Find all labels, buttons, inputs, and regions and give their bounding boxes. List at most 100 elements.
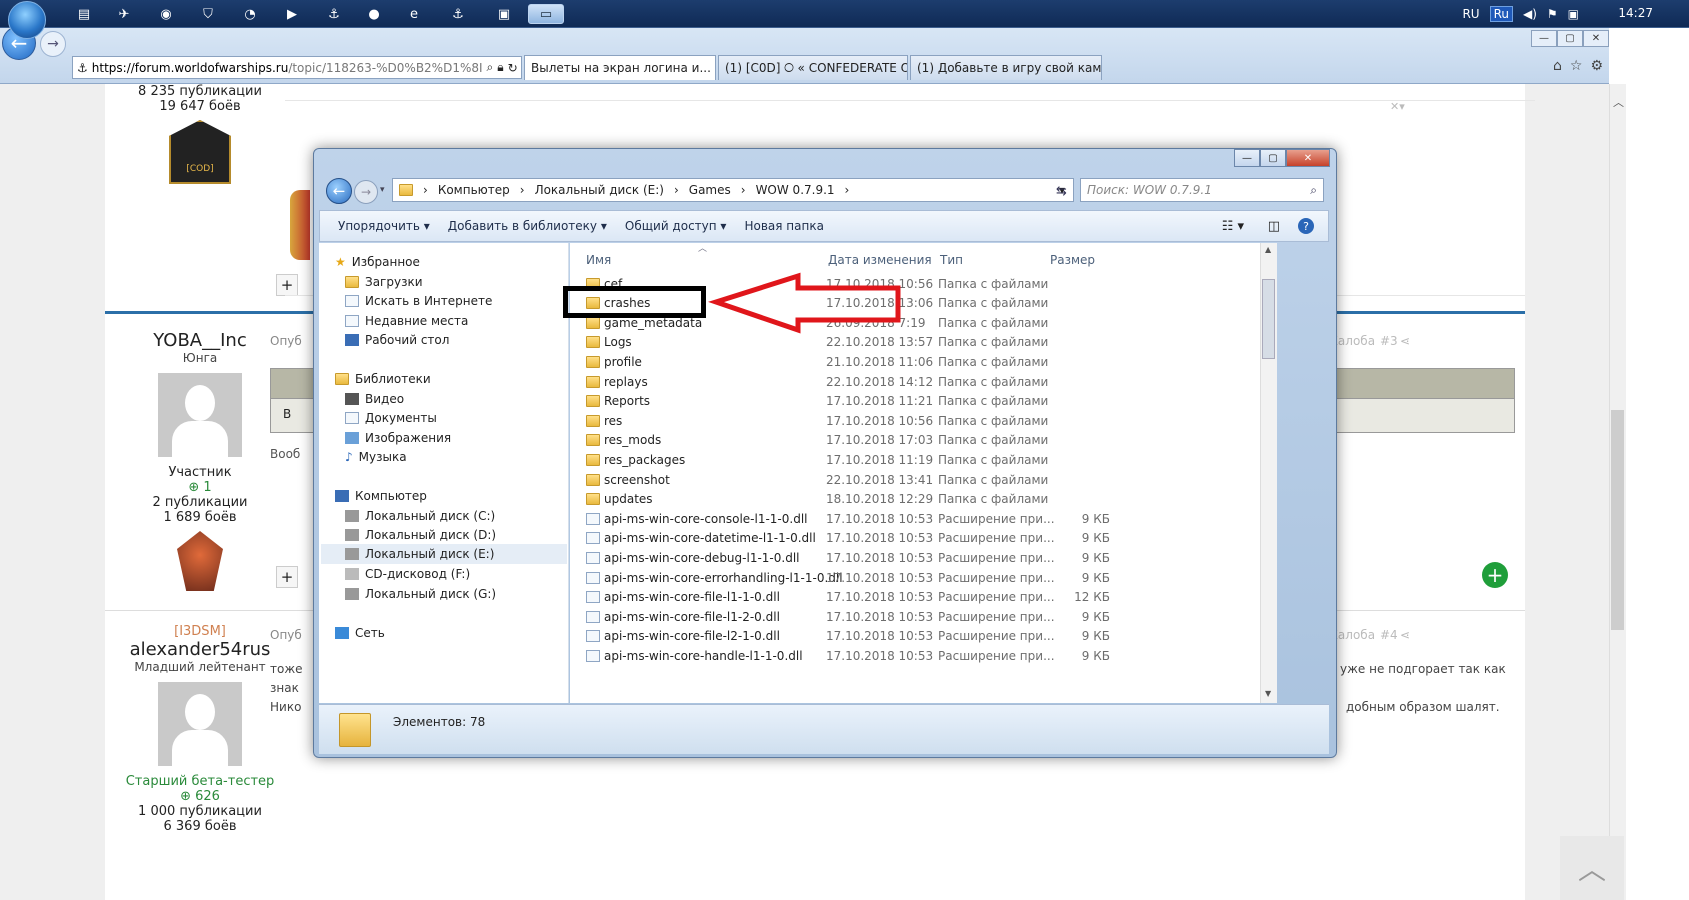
nav-computer[interactable]: Компьютер bbox=[335, 489, 427, 503]
green-add-button[interactable]: + bbox=[1482, 562, 1508, 588]
quote-add-button[interactable]: + bbox=[276, 566, 298, 588]
volume-icon[interactable]: ◀) bbox=[1523, 7, 1537, 21]
nav-drive-c[interactable]: Локальный диск (C:) bbox=[345, 509, 495, 523]
share-icon[interactable]: ⋖ bbox=[1400, 628, 1410, 642]
nav-network[interactable]: Сеть bbox=[335, 626, 385, 640]
settings-gear-icon[interactable]: ⚙ bbox=[1590, 58, 1603, 74]
avatar[interactable] bbox=[158, 373, 242, 457]
maximize-icon[interactable]: ▢ bbox=[1260, 149, 1286, 167]
tab-0[interactable]: Вылеты на экран логина и... ✕ bbox=[524, 55, 716, 80]
scroll-up-icon[interactable]: ▲ bbox=[1265, 245, 1271, 254]
file-row[interactable]: updates 18.10.2018 12:29 Папка с файлами bbox=[570, 490, 1260, 509]
new-folder-button[interactable]: Новая папка bbox=[744, 219, 823, 233]
chevron-right-icon[interactable]: › bbox=[423, 183, 428, 197]
nav-search-web[interactable]: Искать в Интернете bbox=[345, 294, 492, 308]
close-icon[interactable]: ✕ bbox=[1286, 149, 1330, 167]
view-options-icon[interactable]: ☷ ▾ bbox=[1222, 219, 1244, 234]
column-date[interactable]: Дата изменения bbox=[828, 253, 932, 267]
column-size[interactable]: Размер bbox=[1050, 253, 1095, 267]
add-to-library-button[interactable]: Добавить в библиотеку ▾ bbox=[448, 219, 607, 233]
browser-forward-button[interactable]: → bbox=[40, 31, 66, 57]
file-row[interactable]: api-ms-win-core-console-l1-1-0.dll 17.10.… bbox=[570, 509, 1260, 528]
column-type[interactable]: Тип bbox=[940, 253, 963, 267]
scroll-up-icon[interactable]: ︿ bbox=[1613, 94, 1624, 110]
file-row[interactable]: api-ms-win-core-file-l1-1-0.dll 17.10.201… bbox=[570, 588, 1260, 607]
nav-drive-g[interactable]: Локальный диск (G:) bbox=[345, 587, 496, 601]
file-row[interactable]: api-ms-win-core-file-l2-1-0.dll 17.10.201… bbox=[570, 627, 1260, 646]
nav-favorites[interactable]: ★ Избранное bbox=[335, 255, 420, 269]
explorer-address-bar[interactable]: › Компьютер › Локальный диск (E:) › Game… bbox=[392, 178, 1074, 202]
tray-language-badge[interactable]: Ru bbox=[1489, 6, 1513, 22]
refresh-icon[interactable]: ⇆ bbox=[1056, 184, 1067, 199]
file-row[interactable]: res 17.10.2018 10:56 Папка с файлами bbox=[570, 411, 1260, 430]
shield-app-icon[interactable]: ⛉ bbox=[196, 4, 220, 24]
nav-documents[interactable]: Документы bbox=[345, 411, 437, 425]
favorites-star-icon[interactable]: ☆ bbox=[1570, 58, 1583, 74]
search-icon[interactable]: ⌕ bbox=[487, 60, 494, 75]
organize-button[interactable]: Упорядочить ▾ bbox=[338, 219, 430, 233]
share-icon[interactable]: ⋖ bbox=[1400, 334, 1410, 348]
scroll-to-top-button[interactable]: ︿ bbox=[1560, 836, 1624, 900]
explorer-back-button[interactable]: ← bbox=[326, 178, 352, 204]
breadcrumb-0[interactable]: Компьютер bbox=[438, 183, 510, 197]
notes-icon[interactable]: ▤ bbox=[72, 4, 96, 24]
chevron-right-icon[interactable]: › bbox=[741, 183, 746, 197]
clock[interactable]: 14:27 bbox=[1618, 6, 1653, 20]
share-button[interactable]: Общий доступ ▾ bbox=[625, 219, 727, 233]
column-name[interactable]: Имя bbox=[586, 253, 611, 267]
wows-icon[interactable]: ⚓ bbox=[322, 4, 346, 24]
explorer-taskbar-icon[interactable]: ▭ bbox=[528, 4, 564, 24]
chevron-right-icon[interactable]: › bbox=[520, 183, 525, 197]
nav-drive-d[interactable]: Локальный диск (D:) bbox=[345, 528, 496, 542]
breadcrumb-3[interactable]: WOW 0.7.9.1 bbox=[756, 183, 835, 197]
quote-add-button[interactable]: + bbox=[276, 274, 298, 296]
start-button[interactable] bbox=[8, 1, 46, 39]
nav-libraries[interactable]: Библиотеки bbox=[335, 372, 431, 386]
post2-username[interactable]: alexander54rus bbox=[120, 639, 280, 660]
minimize-icon[interactable]: — bbox=[1234, 149, 1260, 167]
home-icon[interactable]: ⌂ bbox=[1553, 58, 1562, 74]
close-x-icon[interactable]: ✕▾ bbox=[1390, 100, 1405, 113]
plane-icon[interactable]: ✈ bbox=[112, 4, 136, 24]
post1-username[interactable]: YOBA__Inc bbox=[130, 330, 270, 351]
scroll-down-icon[interactable]: ▼ bbox=[1265, 689, 1271, 698]
maximize-icon[interactable]: ▢ bbox=[1557, 30, 1583, 47]
save-disk-icon[interactable]: ▣ bbox=[492, 4, 516, 24]
post2-number[interactable]: #4 bbox=[1380, 628, 1398, 642]
ie-icon[interactable]: e bbox=[402, 4, 426, 24]
nav-drive-e[interactable]: Локальный диск (E:) bbox=[321, 544, 567, 564]
explorer-search-input[interactable]: Поиск: WOW 0.7.9.1 ⌕ bbox=[1080, 178, 1324, 202]
search-icon[interactable]: ⌕ bbox=[1310, 183, 1317, 198]
nav-images[interactable]: Изображения bbox=[345, 431, 451, 445]
help-icon[interactable]: ? bbox=[1298, 218, 1314, 234]
history-dropdown-icon[interactable]: ▾ bbox=[380, 185, 385, 195]
file-row[interactable]: api-ms-win-core-handle-l1-1-0.dll 17.10.2… bbox=[570, 646, 1260, 665]
file-row[interactable]: api-ms-win-core-debug-l1-1-0.dll 17.10.20… bbox=[570, 548, 1260, 567]
file-row[interactable]: api-ms-win-core-file-l1-2-0.dll 17.10.201… bbox=[570, 607, 1260, 626]
file-row[interactable]: api-ms-win-core-errorhandling-l1-1-0.dll… bbox=[570, 568, 1260, 587]
chevron-right-icon[interactable]: › bbox=[674, 183, 679, 197]
firefox-icon[interactable]: ● bbox=[362, 4, 386, 24]
avatar[interactable] bbox=[158, 682, 242, 766]
nav-recent[interactable]: Недавние места bbox=[345, 314, 468, 328]
post1-number[interactable]: #3 bbox=[1380, 334, 1398, 348]
page-scroll-thumb[interactable] bbox=[1611, 410, 1624, 630]
tab-1[interactable]: (1) [C0D] 🞅 « CONFEDERATE O... bbox=[718, 55, 908, 80]
file-row[interactable]: profile 21.10.2018 11:06 Папка с файлами bbox=[570, 352, 1260, 371]
file-row[interactable]: res_mods 17.10.2018 17:03 Папка с файлами bbox=[570, 431, 1260, 450]
post2-clan[interactable]: [I3DSM] bbox=[120, 624, 280, 639]
breadcrumb-1[interactable]: Локальный диск (E:) bbox=[535, 183, 664, 197]
file-row[interactable]: screenshot 22.10.2018 13:41 Папка с файлам… bbox=[570, 470, 1260, 489]
wows-launcher-icon[interactable]: ⚓ bbox=[446, 4, 470, 24]
nav-video[interactable]: Видео bbox=[345, 392, 404, 406]
file-row[interactable]: api-ms-win-core-datetime-l1-1-0.dll 17.10… bbox=[570, 529, 1260, 548]
flag-icon[interactable]: ⚑ bbox=[1547, 7, 1558, 21]
minimize-icon[interactable]: — bbox=[1531, 30, 1557, 47]
file-row[interactable]: Logs 22.10.2018 13:57 Папка с файлами bbox=[570, 333, 1260, 352]
explorer-forward-button[interactable]: → bbox=[354, 180, 378, 204]
speedometer-icon[interactable]: ◔ bbox=[238, 4, 262, 24]
nav-downloads[interactable]: Загрузки bbox=[345, 275, 423, 289]
tab-2[interactable]: (1) Добавьте в игру свой кам... bbox=[910, 55, 1102, 80]
file-row[interactable]: replays 22.10.2018 14:12 Папка с файлами bbox=[570, 372, 1260, 391]
tray-language[interactable]: RU bbox=[1462, 7, 1479, 21]
